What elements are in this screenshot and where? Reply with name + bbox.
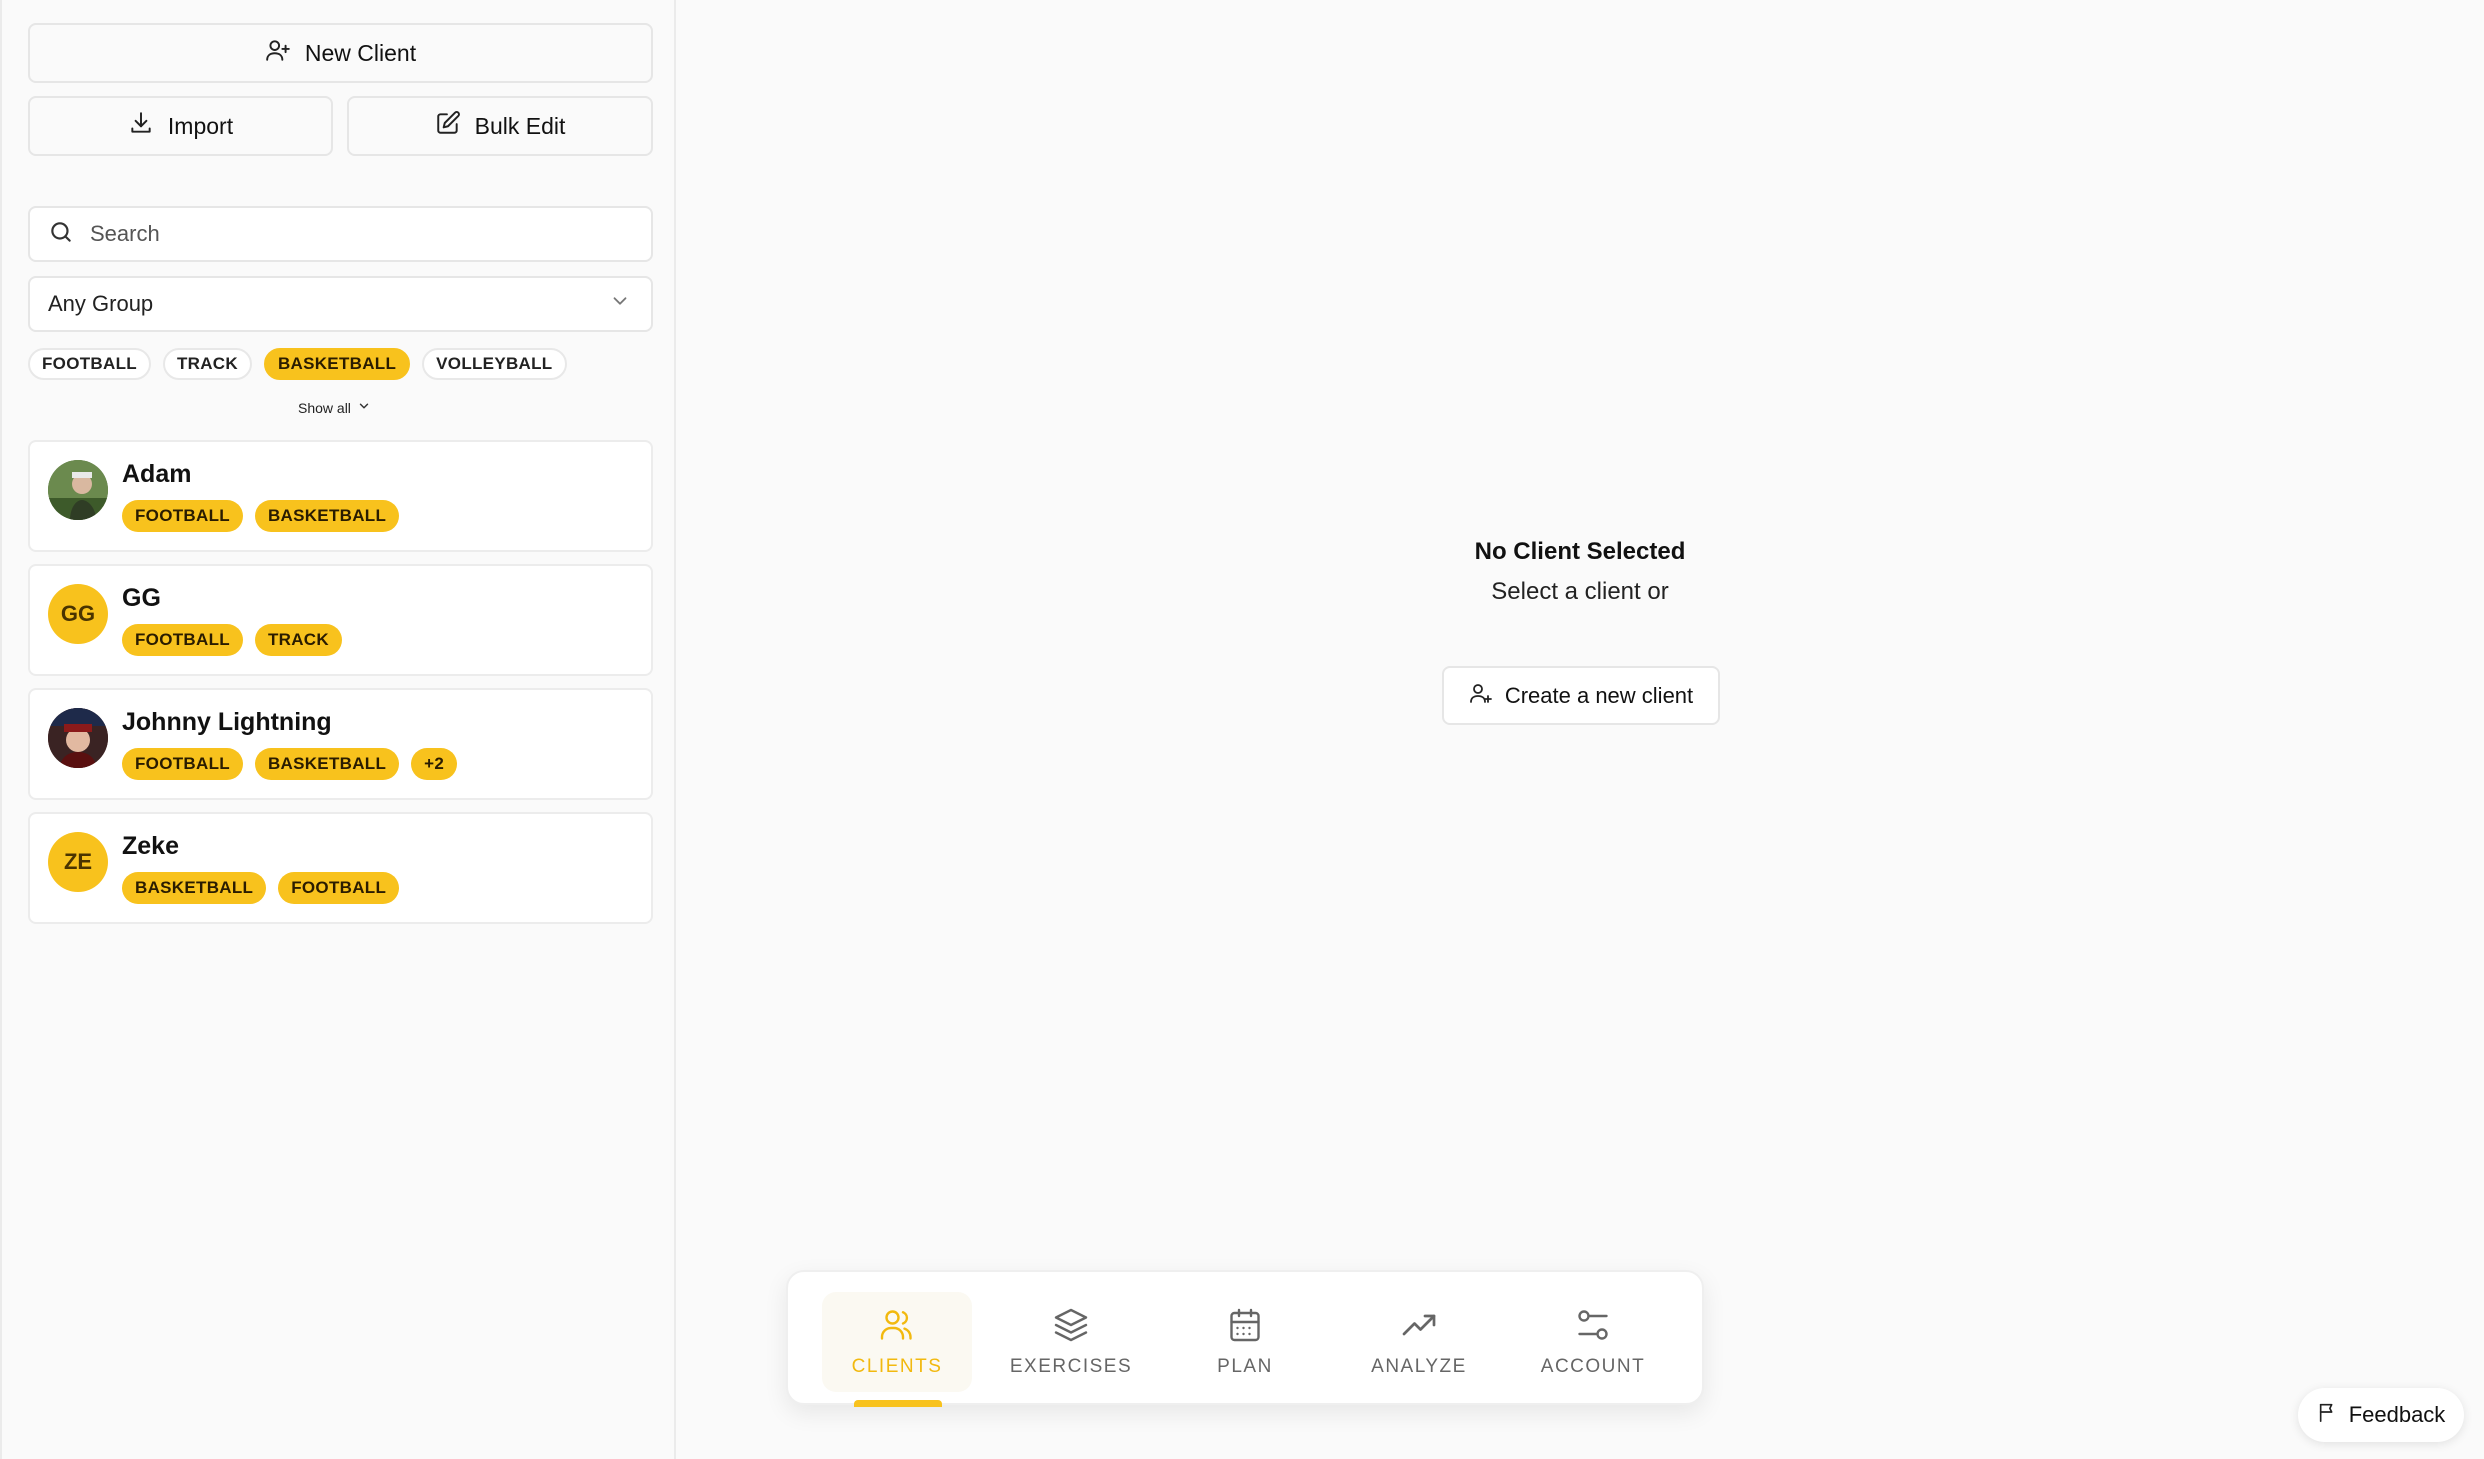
empty-state-title: No Client Selected [1474,538,1686,565]
client-card-johnny-lightning[interactable]: Johnny Lightning FOOTBALL BASKETBALL +2 [28,688,653,800]
filter-chip-basketball[interactable]: BASKETBALL [263,348,411,380]
bulk-edit-label: Bulk Edit [474,112,566,139]
new-client-button[interactable]: New Client [28,23,653,83]
create-new-client-label: Create a new client [1504,682,1694,708]
nav-item-account[interactable]: ACCOUNT [1518,1292,1668,1392]
group-select[interactable]: Any Group [28,276,653,332]
trending-up-icon [1401,1307,1437,1348]
nav-label: CLIENTS [851,1355,943,1377]
empty-state: No Client Selected Select a client or [1380,538,1780,606]
client-card-gg[interactable]: GG GG FOOTBALL TRACK [28,564,653,676]
feedback-label: Feedback [2348,1402,2446,1427]
filter-chip-track[interactable]: TRACK [162,348,252,380]
avatar-photo [48,460,108,520]
flag-icon [2317,1401,2339,1429]
client-tag: FOOTBALL [122,624,243,656]
bulk-edit-button[interactable]: Bulk Edit [347,96,653,156]
client-tag: BASKETBALL [254,500,400,532]
chevron-down-icon [357,399,371,416]
search-box [28,206,653,262]
client-tag: BASKETBALL [254,748,400,780]
bottom-nav: CLIENTS EXERCISES PLAN ANALYZE ACCOUNT [786,1270,1704,1407]
nav-label: EXERCISES [1009,1355,1133,1377]
user-plus-icon [1469,681,1493,711]
client-tags: FOOTBALL BASKETBALL [122,500,400,532]
users-icon [879,1307,915,1348]
show-all-label: Show all [298,399,351,416]
show-all-toggle[interactable]: Show all [298,399,371,416]
avatar [48,708,108,768]
client-tag-more: +2 [411,748,458,780]
nav-item-clients[interactable]: CLIENTS [822,1292,972,1392]
avatar-photo [48,708,108,768]
client-tag: FOOTBALL [278,872,400,904]
nav-item-analyze[interactable]: ANALYZE [1344,1292,1494,1392]
client-list: Adam FOOTBALL BASKETBALL GG GG FOOTBALL … [28,440,653,936]
user-plus-icon [265,37,291,69]
empty-state-subtitle: Select a client or [1491,578,1669,605]
edit-icon [435,110,461,142]
search-icon [48,219,74,250]
avatar [48,460,108,520]
search-input[interactable] [90,221,630,247]
nav-item-plan[interactable]: PLAN [1170,1292,1320,1392]
filter-chip-football[interactable]: FOOTBALL [28,348,151,380]
client-tags: FOOTBALL TRACK [122,624,342,656]
group-select-value: Any Group [48,291,154,316]
client-tag: TRACK [254,624,342,656]
client-name: Johnny Lightning [122,708,332,736]
client-name: GG [122,584,161,612]
avatar: ZE [48,832,108,892]
filter-chip-volleyball[interactable]: VOLLEYBALL [422,348,567,380]
client-tags: FOOTBALL BASKETBALL +2 [122,748,458,780]
new-client-label: New Client [304,39,417,66]
import-label: Import [167,112,234,139]
client-card-adam[interactable]: Adam FOOTBALL BASKETBALL [28,440,653,552]
client-name: Adam [122,460,192,488]
calendar-icon [1227,1307,1263,1348]
client-name: Zeke [122,832,179,860]
feedback-button[interactable]: Feedback [2298,1388,2464,1442]
client-sidebar: New Client Import Bulk Edit Any Group FO… [0,0,676,1459]
create-new-client-button[interactable]: Create a new client [1442,666,1720,725]
client-tags: BASKETBALL FOOTBALL [122,872,400,904]
active-nav-indicator [854,1400,942,1407]
nav-label: ACCOUNT [1540,1355,1646,1377]
nav-label: ANALYZE [1371,1355,1467,1377]
download-icon [128,110,154,142]
import-button[interactable]: Import [28,96,333,156]
chevron-down-icon [609,290,631,318]
client-card-zeke[interactable]: ZE Zeke BASKETBALL FOOTBALL [28,812,653,924]
client-tag: BASKETBALL [122,872,267,904]
client-tag: FOOTBALL [122,748,243,780]
layers-icon [1053,1307,1089,1348]
client-tag: FOOTBALL [122,500,243,532]
nav-label: PLAN [1217,1355,1273,1377]
filter-chip-list: FOOTBALL TRACK BASKETBALL VOLLEYBALL [28,348,567,380]
nav-item-exercises[interactable]: EXERCISES [996,1292,1146,1392]
avatar: GG [48,584,108,644]
sliders-icon [1575,1307,1611,1348]
